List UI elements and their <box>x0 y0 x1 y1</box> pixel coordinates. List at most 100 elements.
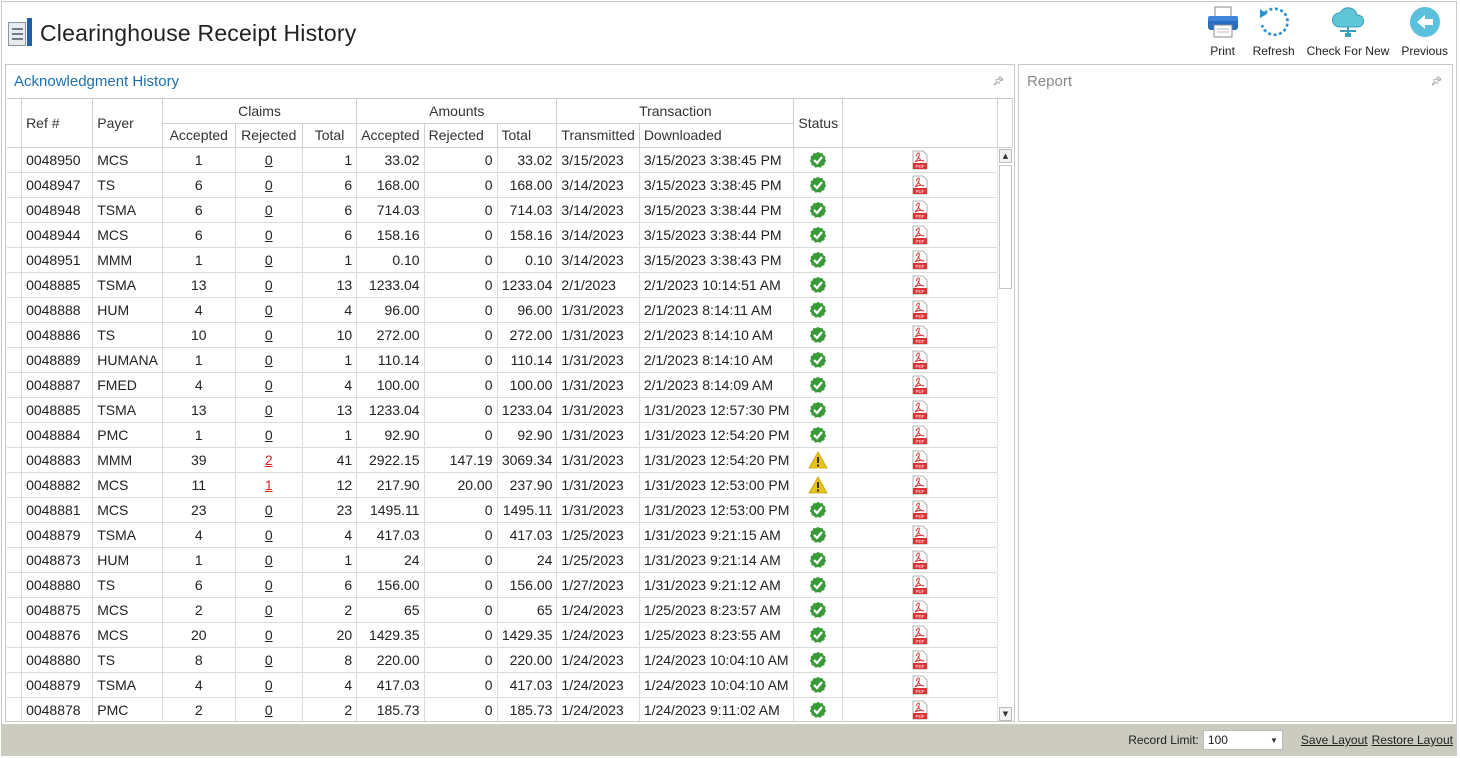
cell-claims-rejected[interactable]: 0 <box>235 222 303 248</box>
scroll-thumb[interactable] <box>999 165 1012 289</box>
cell-claims-rejected[interactable]: 2 <box>235 447 303 473</box>
pdf-icon[interactable]: PDF <box>912 550 928 570</box>
pdf-icon[interactable]: PDF <box>912 300 928 320</box>
cell-report[interactable]: PDF <box>842 397 999 423</box>
col-status[interactable]: Status <box>793 99 844 148</box>
pdf-icon[interactable]: PDF <box>912 500 928 520</box>
cell-report[interactable]: PDF <box>842 472 999 498</box>
pdf-icon[interactable]: PDF <box>912 350 928 370</box>
table-row[interactable]: 0048884 PMC 1 0 1 92.90 0 92.90 1/31/2023 1/31/20… <box>7 422 1013 448</box>
cell-report[interactable]: PDF <box>842 372 999 398</box>
pdf-icon[interactable]: PDF <box>912 450 928 470</box>
row-selector[interactable] <box>7 522 23 548</box>
cell-claims-rejected[interactable]: 0 <box>235 297 303 323</box>
row-selector[interactable] <box>7 447 23 473</box>
cell-report[interactable]: PDF <box>842 272 999 298</box>
table-row[interactable]: 0048878 PMC 2 0 2 185.73 0 185.73 1/24/2023 1/24/… <box>7 697 1013 721</box>
scroll-down-icon[interactable]: ▼ <box>999 707 1012 721</box>
pdf-icon[interactable]: PDF <box>912 475 928 495</box>
rejected-claims-link[interactable]: 0 <box>265 202 273 218</box>
cell-report[interactable]: PDF <box>842 522 999 548</box>
cell-report[interactable]: PDF <box>842 197 999 223</box>
cell-report[interactable]: PDF <box>842 422 999 448</box>
pdf-icon[interactable]: PDF <box>912 650 928 670</box>
row-selector[interactable] <box>7 197 23 223</box>
pdf-icon[interactable]: PDF <box>912 675 928 695</box>
row-selector[interactable] <box>7 347 23 373</box>
pdf-icon[interactable]: PDF <box>912 600 928 620</box>
rejected-claims-link[interactable]: 0 <box>265 377 273 393</box>
cell-report[interactable]: PDF <box>842 647 999 673</box>
pdf-icon[interactable]: PDF <box>912 575 928 595</box>
cell-claims-rejected[interactable]: 0 <box>235 597 303 623</box>
table-row[interactable]: 0048889 HUMANA 1 0 1 110.14 0 110.14 1/31/2023 2/… <box>7 347 1013 373</box>
row-selector[interactable] <box>7 172 23 198</box>
cell-report[interactable]: PDF <box>842 222 999 248</box>
pdf-icon[interactable]: PDF <box>912 175 928 195</box>
cell-claims-rejected[interactable]: 0 <box>235 647 303 673</box>
previous-button[interactable]: Previous <box>1395 4 1454 58</box>
table-row[interactable]: 0048887 FMED 4 0 4 100.00 0 100.00 1/31/2023 2/1/… <box>7 372 1013 398</box>
table-row[interactable]: 0048885 TSMA 13 0 13 1233.04 0 1233.04 2/1/2023 2… <box>7 272 1013 298</box>
col-amt-rejected[interactable]: Rejected <box>424 123 498 148</box>
table-row[interactable]: 0048885 TSMA 13 0 13 1233.04 0 1233.04 1/31/2023… <box>7 397 1013 423</box>
cell-claims-rejected[interactable]: 0 <box>235 697 303 721</box>
table-row[interactable]: 0048888 HUM 4 0 4 96.00 0 96.00 1/31/2023 2/1/202… <box>7 297 1013 323</box>
rejected-claims-link[interactable]: 0 <box>265 677 273 693</box>
cell-report[interactable]: PDF <box>842 172 999 198</box>
table-row[interactable]: 0048948 TSMA 6 0 6 714.03 0 714.03 3/14/2023 3/15… <box>7 197 1013 223</box>
pdf-icon[interactable]: PDF <box>912 250 928 270</box>
row-selector[interactable] <box>7 472 23 498</box>
row-selector[interactable] <box>7 372 23 398</box>
rejected-claims-link[interactable]: 0 <box>265 527 273 543</box>
vertical-scrollbar[interactable]: ▲ ▼ <box>997 148 1013 721</box>
row-selector[interactable] <box>7 297 23 323</box>
table-row[interactable]: 0048886 TS 10 0 10 272.00 0 272.00 1/31/2023 2/1/… <box>7 322 1013 348</box>
table-row[interactable]: 0048947 TS 6 0 6 168.00 0 168.00 3/14/2023 3/15/2… <box>7 172 1013 198</box>
row-selector[interactable] <box>7 397 23 423</box>
row-selector[interactable] <box>7 697 23 721</box>
cell-report[interactable]: PDF <box>842 447 999 473</box>
print-button[interactable]: Print <box>1199 4 1247 58</box>
record-limit-select[interactable]: 100 ▼ <box>1202 730 1283 750</box>
cell-claims-rejected[interactable]: 0 <box>235 372 303 398</box>
cell-claims-rejected[interactable]: 0 <box>235 672 303 698</box>
rejected-claims-link[interactable]: 0 <box>265 177 273 193</box>
scroll-up-icon[interactable]: ▲ <box>999 149 1012 163</box>
cell-claims-rejected[interactable]: 0 <box>235 147 303 173</box>
col-amt-accepted[interactable]: Accepted <box>356 123 425 148</box>
col-payer[interactable]: Payer <box>92 99 163 148</box>
cell-claims-rejected[interactable]: 0 <box>235 422 303 448</box>
pdf-icon[interactable]: PDF <box>912 425 928 445</box>
cell-report[interactable]: PDF <box>842 322 999 348</box>
table-row[interactable]: 0048880 TS 8 0 8 220.00 0 220.00 1/24/2023 1/24/2… <box>7 647 1013 673</box>
table-row[interactable]: 0048882 MCS 11 1 12 217.90 20.00 237.90 1/31/202… <box>7 472 1013 498</box>
cell-report[interactable]: PDF <box>842 497 999 523</box>
pdf-icon[interactable]: PDF <box>912 225 928 245</box>
cell-claims-rejected[interactable]: 0 <box>235 572 303 598</box>
row-selector[interactable] <box>7 272 23 298</box>
rejected-claims-link[interactable]: 0 <box>265 277 273 293</box>
row-selector[interactable] <box>7 672 23 698</box>
cell-claims-rejected[interactable]: 0 <box>235 172 303 198</box>
col-ref[interactable]: Ref # <box>21 99 94 148</box>
cell-report[interactable]: PDF <box>842 147 999 173</box>
rejected-claims-link[interactable]: 0 <box>265 227 273 243</box>
cell-claims-rejected[interactable]: 1 <box>235 472 303 498</box>
row-selector[interactable] <box>7 622 23 648</box>
cell-claims-rejected[interactable]: 0 <box>235 497 303 523</box>
pdf-icon[interactable]: PDF <box>912 375 928 395</box>
cell-claims-rejected[interactable]: 0 <box>235 322 303 348</box>
cell-report[interactable]: PDF <box>842 547 999 573</box>
cell-report[interactable]: PDF <box>842 597 999 623</box>
table-row[interactable]: 0048950 MCS 1 0 1 33.02 0 33.02 3/15/2023 3/15/20… <box>7 147 1013 173</box>
row-selector[interactable] <box>7 547 23 573</box>
rejected-claims-link[interactable]: 0 <box>265 352 273 368</box>
cell-claims-rejected[interactable]: 0 <box>235 247 303 273</box>
rejected-claims-link[interactable]: 0 <box>265 502 273 518</box>
check-for-new-button[interactable]: Check For New <box>1301 4 1396 58</box>
rejected-claims-link[interactable]: 0 <box>265 302 273 318</box>
cell-claims-rejected[interactable]: 0 <box>235 622 303 648</box>
row-selector[interactable] <box>7 147 23 173</box>
rejected-claims-link[interactable]: 0 <box>265 252 273 268</box>
